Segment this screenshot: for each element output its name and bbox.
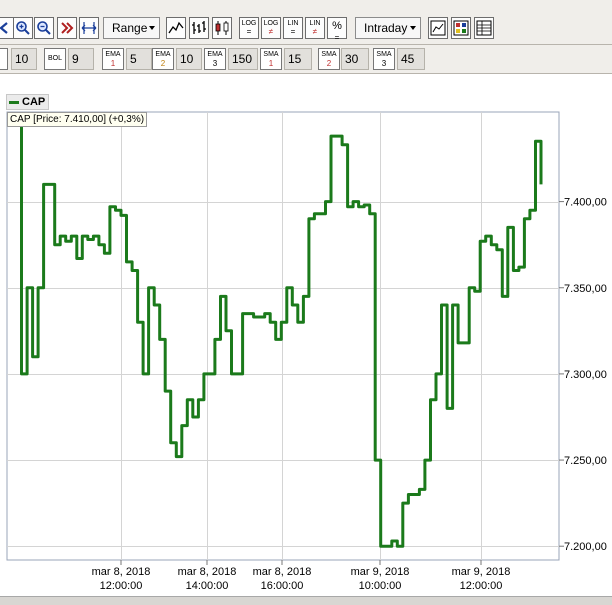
x-tick-time: 12:00:00 (460, 580, 503, 592)
legend-series-name: CAP (22, 96, 46, 108)
x-tick-time: 16:00:00 (261, 580, 304, 592)
chart-legend[interactable]: CAP (6, 94, 50, 110)
y-tick-label: 7.250,00 (564, 455, 607, 467)
x-tick-time: 14:00:00 (186, 580, 229, 592)
y-tick-label: 7.350,00 (564, 283, 607, 295)
x-tick-date: mar 9, 2018 (452, 566, 511, 578)
price-chart[interactable]: 7.400,00 7.350,00 7.300,00 7.250,00 7.200,00… (0, 0, 612, 604)
price-label: CAP [Price: 7.410,00] (+0,3%) (7, 112, 148, 127)
x-tick-time: 10:00:00 (359, 580, 402, 592)
y-tick-label: 7.400,00 (564, 197, 607, 209)
y-axis: 7.400,00 7.350,00 7.300,00 7.250,00 7.200,00 (559, 197, 607, 553)
x-tick-date: mar 8, 2018 (178, 566, 237, 578)
x-tick-date: mar 8, 2018 (253, 566, 312, 578)
x-tick-time: 12:00:00 (100, 580, 143, 592)
x-tick-date: mar 8, 2018 (92, 566, 151, 578)
x-axis: mar 8, 2018 12:00:00 mar 8, 2018 14:00:00 ma… (92, 560, 511, 592)
legend-swatch (9, 100, 19, 104)
x-tick-date: mar 9, 2018 (351, 566, 410, 578)
y-tick-label: 7.300,00 (564, 369, 607, 381)
y-tick-label: 7.200,00 (564, 541, 607, 553)
